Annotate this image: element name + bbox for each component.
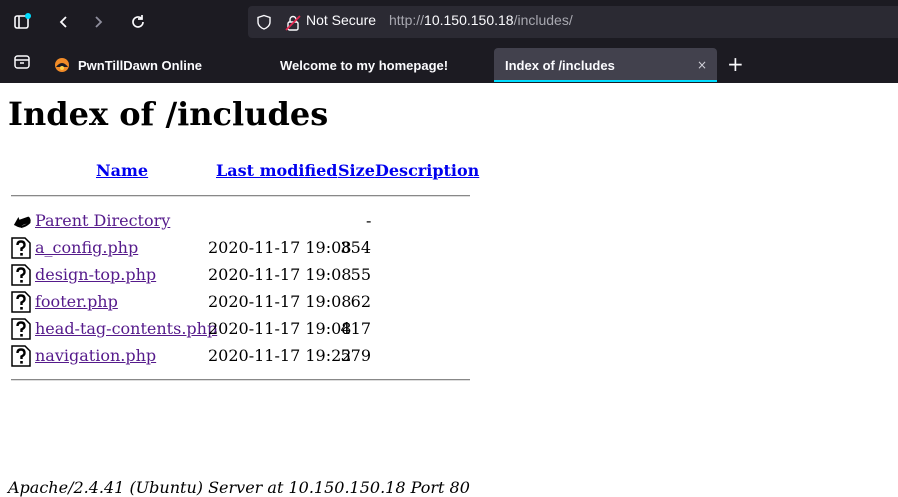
column-header-description: Description xyxy=(375,161,479,180)
sort-by-description-link[interactable]: Description xyxy=(375,161,479,180)
reload-icon xyxy=(132,15,144,28)
modified-cell: 2020-11-17 19:08 xyxy=(208,265,352,284)
sort-by-name-link[interactable]: Name xyxy=(96,161,148,180)
tab-label: Index of /includes xyxy=(505,57,615,73)
tab-manager-button[interactable] xyxy=(6,46,38,78)
unknown-file-icon xyxy=(11,345,31,371)
file-link[interactable]: design-top.php xyxy=(35,265,156,284)
insecure-lock-icon[interactable] xyxy=(284,14,302,36)
back-button[interactable] xyxy=(48,6,80,38)
column-header-size: Size xyxy=(338,161,375,180)
table-row: navigation.php 2020-11-17 19:22 579 xyxy=(11,345,471,367)
back-arrow-icon xyxy=(59,16,67,28)
tab-index-of-includes[interactable]: Index of /includes × xyxy=(494,48,717,82)
server-signature: Apache/2.4.41 (Ubuntu) Server at 10.150.… xyxy=(8,478,470,497)
modified-cell: 2020-11-17 19:08 xyxy=(208,238,352,257)
modified-cell: 2020-11-17 19:22 xyxy=(208,346,352,365)
file-link[interactable]: head-tag-contents.php xyxy=(35,319,217,338)
size-cell: 55 xyxy=(350,265,371,284)
file-link[interactable]: footer.php xyxy=(35,292,118,311)
sort-by-modified-link[interactable]: Last modified xyxy=(216,161,337,180)
shield-icon[interactable] xyxy=(256,14,272,34)
unknown-file-icon xyxy=(11,264,31,290)
file-link[interactable]: navigation.php xyxy=(35,346,156,365)
navigation-toolbar: Not Secure http://10.150.150.18/includes… xyxy=(0,0,898,44)
table-row: a_config.php 2020-11-17 19:08 354 xyxy=(11,237,471,259)
table-row: footer.php 2020-11-17 19:08 62 xyxy=(11,291,471,313)
unknown-file-icon xyxy=(11,237,31,263)
size-cell: 62 xyxy=(350,292,371,311)
column-header-name: Name xyxy=(96,161,148,180)
bottom-divider xyxy=(11,379,470,381)
back-folder-icon xyxy=(11,210,33,236)
sidebar-icon xyxy=(14,13,31,29)
column-header-modified: Last modified xyxy=(216,161,337,180)
security-label: Not Secure xyxy=(306,12,377,28)
new-tab-button[interactable]: + xyxy=(727,52,744,76)
page-title: Index of /includes xyxy=(8,95,329,133)
size-cell: 354 xyxy=(340,238,371,257)
tab-label: Welcome to my homepage! xyxy=(280,57,449,73)
forward-arrow-icon xyxy=(95,16,103,28)
modified-cell: 2020-11-17 19:08 xyxy=(208,319,352,338)
sort-by-size-link[interactable]: Size xyxy=(338,161,375,180)
close-tab-icon[interactable]: × xyxy=(697,58,707,72)
url-host: 10.150.150.18 xyxy=(424,12,514,28)
url-path: /includes/ xyxy=(513,12,573,28)
modified-cell: 2020-11-17 19:08 xyxy=(208,292,352,311)
size-cell: 417 xyxy=(340,319,371,338)
parent-directory-link[interactable]: Parent Directory xyxy=(35,211,170,230)
unknown-file-icon xyxy=(11,291,31,317)
reload-button[interactable] xyxy=(122,6,154,38)
size-cell: 579 xyxy=(340,346,371,365)
size-cell: - xyxy=(366,211,372,230)
table-row: Parent Directory - xyxy=(11,210,471,232)
table-row: design-top.php 2020-11-17 19:08 55 xyxy=(11,264,471,286)
browser-chrome: Not Secure http://10.150.150.18/includes… xyxy=(0,0,898,83)
unknown-file-icon xyxy=(11,318,31,344)
tab-tray-icon xyxy=(14,55,30,69)
url-text[interactable]: http://10.150.150.18/includes/ xyxy=(389,12,573,28)
top-divider xyxy=(11,195,470,197)
tab-welcome[interactable]: Welcome to my homepage! xyxy=(270,48,492,82)
tab-label: PwnTillDawn Online xyxy=(78,57,202,73)
tab-strip: PwnTillDawn Online Welcome to my homepag… xyxy=(0,44,898,83)
sidebar-toggle-button[interactable] xyxy=(6,6,38,38)
pwntilldawn-favicon-icon xyxy=(55,58,69,72)
url-prefix: http:// xyxy=(389,12,425,28)
table-row: head-tag-contents.php 2020-11-17 19:08 417 xyxy=(11,318,471,340)
file-link[interactable]: a_config.php xyxy=(35,238,138,257)
active-tab-indicator xyxy=(494,80,717,82)
forward-button[interactable] xyxy=(82,6,114,38)
tab-pwntilldawn[interactable]: PwnTillDawn Online xyxy=(44,48,268,82)
